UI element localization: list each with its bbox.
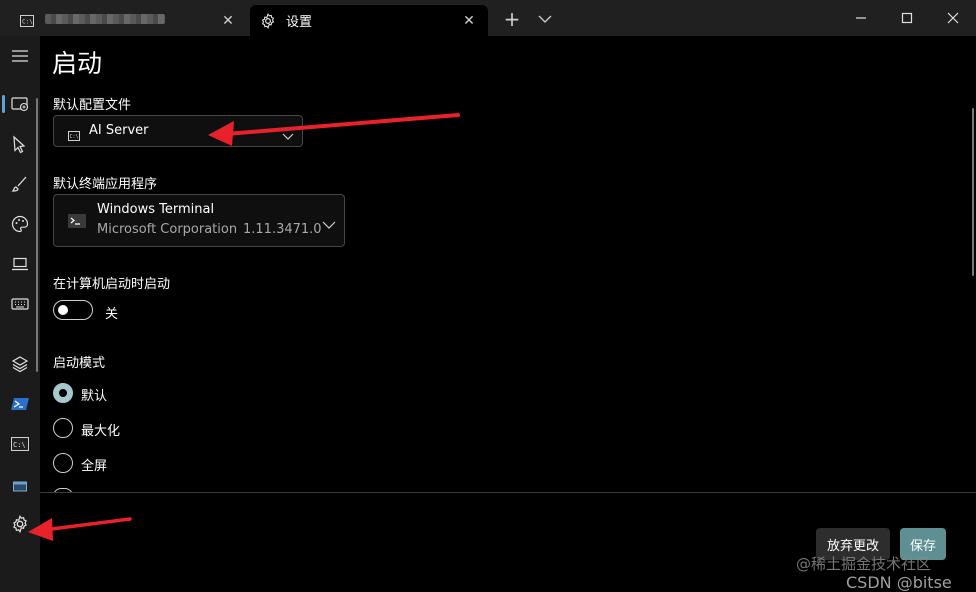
svg-text:C:\: C:\ [70, 134, 79, 140]
sidebar-item-rendering[interactable] [0, 246, 40, 282]
chevron-down-icon [322, 215, 336, 234]
watermark-line2: CSDN @bitse [846, 573, 952, 592]
default-profile-label: 默认配置文件 [53, 98, 132, 113]
maximize-button[interactable] [884, 0, 930, 36]
cmd-icon: C:\ [19, 13, 35, 29]
tab-settings[interactable]: 设置 ✕ [250, 5, 488, 36]
sidebar-item-actions[interactable] [0, 286, 40, 322]
title-bar: C:\ ✕ 设置 ✕ + [0, 0, 976, 36]
chevron-down-icon [282, 126, 294, 145]
content-scrollbar[interactable] [972, 108, 974, 276]
layers-icon [11, 356, 29, 373]
chevron-down-icon [538, 15, 552, 23]
tab-close-button[interactable]: ✕ [215, 8, 241, 34]
terminal-profile-icon [13, 481, 27, 492]
sidebar-item-powershell[interactable] [0, 386, 40, 422]
new-tab-button[interactable]: + [497, 5, 527, 33]
launch-on-startup-label: 在计算机启动时启动 [53, 277, 171, 292]
sidebar-settings-button[interactable] [0, 506, 40, 542]
watermark-line1: @稀土掘金技术社区 [796, 555, 932, 573]
startup-icon [11, 97, 29, 112]
tab-label-blurred [45, 13, 215, 28]
hamburger-menu-button[interactable] [0, 38, 40, 74]
sidebar-scrollbar[interactable] [36, 98, 38, 372]
toggle-state-label: 关 [105, 307, 119, 322]
svg-text:C:\: C:\ [13, 441, 26, 449]
terminal-app-publisher: Microsoft Corporation [97, 222, 238, 237]
minimize-icon [856, 17, 866, 19]
sidebar-item-startup[interactable] [0, 86, 40, 122]
default-profile-dropdown[interactable]: C:\ AI Server [53, 115, 303, 147]
sidebar-item-command-prompt[interactable]: C:\ [0, 426, 40, 462]
minimize-button[interactable] [838, 0, 884, 36]
tab-label: 设置 [286, 15, 313, 30]
sidebar-item-profile[interactable] [0, 468, 40, 504]
tab-dropdown-button[interactable] [530, 5, 560, 33]
radio-fullscreen-label: 全屏 [81, 459, 108, 474]
default-terminal-label: 默认终端应用程序 [53, 177, 158, 192]
terminal-app-version: 1.11.3471.0 [243, 222, 322, 237]
sidebar-item-appearance[interactable] [0, 166, 40, 202]
palette-icon [11, 215, 29, 233]
radio-maximized[interactable] [53, 418, 73, 438]
blurred-title [45, 14, 165, 24]
radio-fullscreen[interactable] [53, 453, 73, 473]
sidebar-item-interaction[interactable] [0, 126, 40, 162]
sidebar-item-defaults[interactable] [0, 346, 40, 382]
settings-footer: 放弃更改 保存 @稀土掘金技术社区 CSDN @bitse [40, 492, 976, 592]
svg-text:C:\: C:\ [22, 18, 33, 25]
default-terminal-dropdown[interactable]: Windows Terminal Microsoft Corporation 1… [53, 194, 345, 247]
pointer-icon [13, 135, 26, 153]
toggle-knob [58, 305, 68, 315]
close-icon [947, 12, 959, 24]
tab-terminal[interactable]: C:\ ✕ [9, 5, 247, 36]
hamburger-icon [12, 50, 28, 62]
close-window-button[interactable] [930, 0, 976, 36]
keyboard-icon [11, 298, 29, 310]
settings-content: 启动 默认配置文件 C:\ AI Server 默认终端应用程序 Windows… [40, 36, 976, 592]
radio-default-label: 默认 [81, 389, 108, 404]
page-title: 启动 [52, 49, 103, 78]
launch-mode-label: 启动模式 [53, 356, 106, 371]
maximize-icon [901, 12, 913, 24]
cmd-icon: C:\ [68, 126, 80, 145]
radio-maximized-label: 最大化 [81, 424, 121, 439]
cmd-icon: C:\ [11, 437, 29, 451]
settings-sidebar: C:\ [0, 36, 40, 592]
terminal-app-name: Windows Terminal [97, 202, 215, 217]
sidebar-item-color-schemes[interactable] [0, 206, 40, 242]
brush-icon [11, 176, 27, 192]
powershell-icon [11, 398, 29, 410]
gear-icon [260, 12, 276, 29]
launch-on-startup-toggle[interactable] [53, 300, 93, 320]
laptop-icon [12, 257, 28, 271]
gear-icon [13, 515, 27, 533]
tab-close-button[interactable]: ✕ [456, 8, 482, 34]
radio-default[interactable] [53, 383, 73, 403]
default-profile-value: AI Server [89, 123, 149, 138]
terminal-app-icon [68, 213, 86, 232]
